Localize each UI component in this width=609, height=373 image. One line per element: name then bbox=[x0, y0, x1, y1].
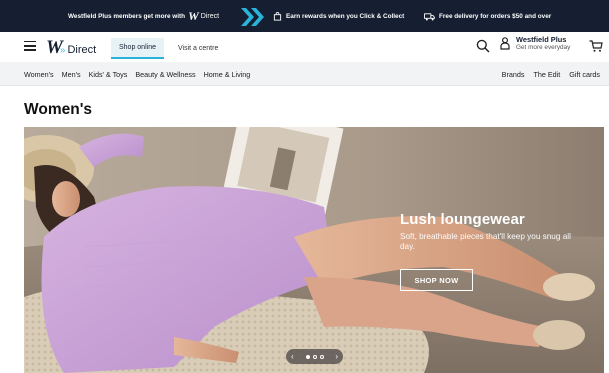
carousel-next-icon[interactable]: › bbox=[335, 352, 338, 361]
carousel-dot[interactable] bbox=[312, 354, 317, 359]
nav-item-the-edit[interactable]: The Edit bbox=[533, 70, 560, 79]
nav-item-beauty-wellness[interactable]: Beauty & Wellness bbox=[135, 70, 195, 79]
nav-item-kids-toys[interactable]: Kids' & Toys bbox=[89, 70, 128, 79]
carousel-dot[interactable] bbox=[319, 354, 324, 359]
tab-shop-online[interactable]: Shop online bbox=[111, 38, 164, 59]
page-title: Women's bbox=[24, 101, 92, 118]
westfield-plus-subtitle: Get more everyday bbox=[516, 44, 571, 52]
cart-icon[interactable] bbox=[589, 39, 603, 53]
hero-headline: Lush loungewear bbox=[400, 211, 525, 228]
logo-w: W bbox=[46, 37, 63, 58]
wdirect-logo-small: W bbox=[188, 8, 199, 23]
hero-copy: Lush loungewear Soft, breathable pieces … bbox=[400, 211, 580, 253]
nav-item-womens[interactable]: Women's bbox=[24, 70, 54, 79]
hero-subtext: Soft, breathable pieces that'll keep you… bbox=[400, 232, 571, 252]
tab-visit-centre[interactable]: Visit a centre bbox=[172, 38, 224, 59]
promo-rewards-text: Earn rewards when you Click & Collect bbox=[286, 12, 405, 20]
promo-members[interactable]: Westfield Plus members get more with W Di… bbox=[68, 0, 219, 32]
wdirect-logo[interactable]: W » Direct bbox=[46, 37, 96, 59]
site-header: W » Direct Shop online Visit a centre We… bbox=[0, 32, 609, 62]
nav-item-gift-cards[interactable]: Gift cards bbox=[569, 70, 600, 79]
hero-banner[interactable]: Lush loungewear Soft, breathable pieces … bbox=[24, 127, 604, 373]
user-icon bbox=[500, 37, 510, 50]
shopping-bag-icon bbox=[273, 11, 282, 21]
promo-delivery[interactable]: Free delivery for orders $50 and over bbox=[424, 0, 551, 32]
category-nav: Women's Men's Kids' & Toys Beauty & Well… bbox=[0, 62, 609, 86]
westfield-plus-title: Westfield Plus bbox=[516, 35, 567, 44]
shop-now-button[interactable]: SHOP NOW bbox=[400, 269, 473, 291]
nav-item-mens[interactable]: Men's bbox=[62, 70, 81, 79]
promo-rewards[interactable]: Earn rewards when you Click & Collect bbox=[273, 0, 404, 32]
carousel-prev-icon[interactable]: ‹ bbox=[291, 352, 294, 361]
nav-item-brands[interactable]: Brands bbox=[502, 70, 525, 79]
logo-direct: Direct bbox=[67, 44, 97, 56]
carousel-controls: ‹ › bbox=[286, 349, 343, 364]
search-icon[interactable] bbox=[476, 39, 490, 53]
promo-delivery-text: Free delivery for orders $50 and over bbox=[439, 12, 552, 20]
promo-members-text: Westfield Plus members get more with bbox=[68, 12, 186, 20]
wdirect-logo-small-text: Direct bbox=[200, 12, 220, 20]
nav-item-home-living[interactable]: Home & Living bbox=[204, 70, 251, 79]
double-chevron-icon bbox=[241, 8, 264, 26]
carousel-dots bbox=[305, 354, 324, 359]
hamburger-menu-icon[interactable] bbox=[24, 41, 36, 51]
promo-bar: Westfield Plus members get more with W Di… bbox=[0, 0, 609, 32]
carousel-dot[interactable] bbox=[305, 354, 310, 359]
logo-accent: » bbox=[59, 45, 66, 56]
westfield-plus-account[interactable]: Westfield Plus Get more everyday bbox=[500, 35, 571, 52]
delivery-truck-icon bbox=[424, 12, 435, 20]
